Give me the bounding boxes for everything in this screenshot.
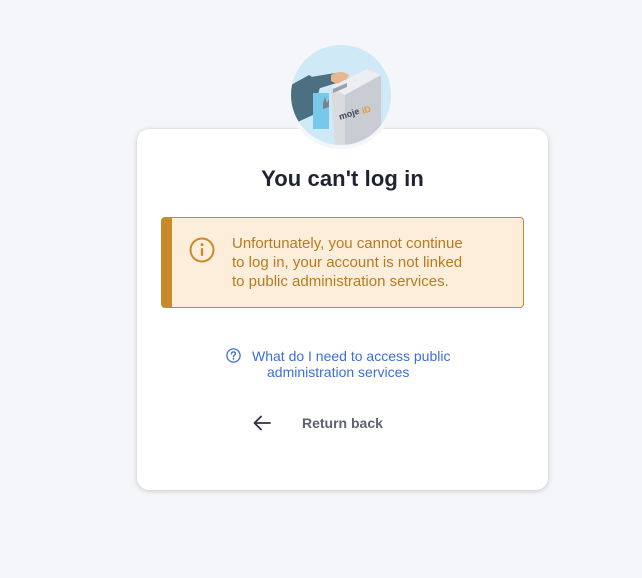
question-circle-icon [226,348,241,363]
info-circle-icon [189,237,215,263]
alert-line-2: to log in, your account is not linked [232,254,463,271]
mojeid-machine-illustration-icon: moje iD [291,45,391,145]
avatar: moje iD [291,45,391,145]
help-link-line-2: administration services [267,364,410,380]
warning-alert: Unfortunately, you cannot continue to lo… [161,217,524,308]
page: moje iD You can't log in Unfortunately, … [0,0,642,578]
page-title: You can't log in [261,166,424,191]
alert-message: Unfortunately, you cannot continue to lo… [232,234,517,291]
alert-line-1: Unfortunately, you cannot continue [232,235,463,252]
return-back-label: Return back [302,415,383,431]
arrow-left-icon [253,415,271,431]
alert-line-3: to public administration services. [232,273,449,290]
return-back-button[interactable]: Return back [250,408,395,438]
help-link-line-1: What do I need to access public [252,348,451,364]
